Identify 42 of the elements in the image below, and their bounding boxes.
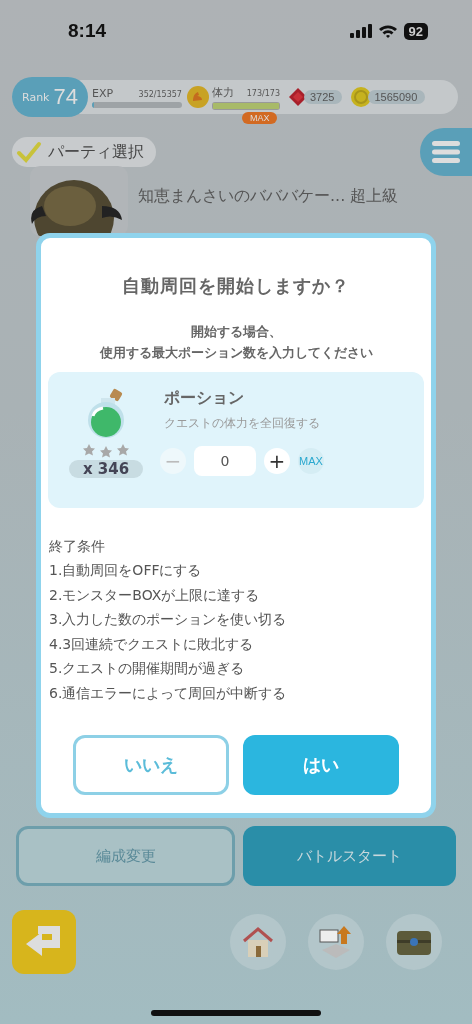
rank-badge: Rank 74	[12, 77, 88, 117]
dialog-message: 開始する場合、 使用する最大ポーション数を入力してください	[99, 323, 373, 362]
condition-item: 1.自動周回をOFFにする	[49, 561, 203, 581]
quantity-field[interactable]: 0	[194, 445, 256, 476]
status-time: 8:14	[68, 20, 107, 42]
quest-title: 知恵まんさいのバババケー... 超上級	[138, 186, 399, 207]
item-description: クエストの体力を全回復する	[164, 414, 321, 432]
formation-button[interactable]: 編成変更	[16, 826, 235, 886]
gem-count: 3725	[303, 90, 343, 104]
condition-item: 3.入力した数のポーションを使い切る	[49, 610, 288, 630]
party-select-button[interactable]: パーティ選択	[12, 137, 156, 167]
coin-count: 1565090	[368, 90, 426, 104]
conditions-heading: 終了条件	[49, 536, 106, 556]
battery-level: 92	[403, 22, 428, 40]
chest-button[interactable]	[386, 914, 442, 970]
stamina-value: 173/173	[246, 88, 280, 98]
house-icon	[241, 926, 275, 958]
back-button[interactable]	[12, 910, 76, 974]
decrement-button[interactable]: −	[160, 447, 186, 474]
levelup-button[interactable]	[308, 914, 364, 970]
wifi-icon	[377, 24, 398, 38]
no-button[interactable]: いいえ	[73, 735, 229, 796]
signal-icon	[349, 24, 372, 38]
exp-label: EXP	[91, 86, 114, 100]
max-button[interactable]: MAX	[298, 447, 324, 474]
home-button[interactable]	[230, 914, 286, 970]
condition-item: 6.通信エラーによって周回が中断する	[49, 683, 288, 703]
condition-item: 2.モンスターBOXが上限に達する	[49, 585, 261, 605]
yes-button[interactable]: はい	[243, 735, 399, 796]
max-badge: MAX	[241, 111, 278, 124]
menu-icon	[432, 140, 460, 164]
item-name: ポーション	[164, 387, 245, 409]
condition-item: 5.クエストの開催期間が過ぎる	[49, 659, 246, 679]
condition-item: 4.3回連続でクエストに敗北する	[49, 634, 255, 654]
increment-button[interactable]: +	[264, 447, 290, 474]
menu-button[interactable]	[420, 128, 472, 176]
dialog-title: 自動周回を開始しますか？	[122, 274, 350, 298]
level-up-icon	[318, 924, 354, 960]
exp-value: 352/15357	[138, 89, 182, 99]
item-count: x 346	[68, 459, 144, 478]
battle-start-button[interactable]: バトルスタート	[243, 826, 456, 886]
stamina-label: 体力	[211, 84, 234, 100]
